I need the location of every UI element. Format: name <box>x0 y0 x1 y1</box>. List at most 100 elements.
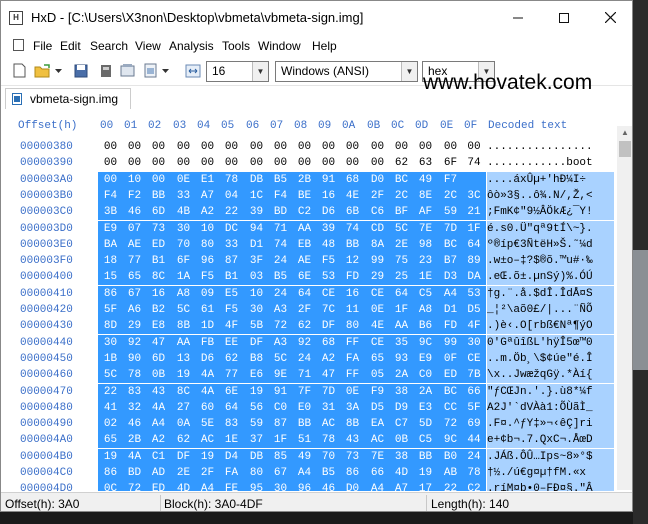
byte-cell[interactable]: D0 <box>365 171 390 188</box>
byte-cell[interactable]: DC <box>219 220 244 237</box>
byte-cell[interactable]: 0C <box>98 481 123 491</box>
close-button[interactable] <box>587 1 632 34</box>
byte-cell[interactable]: 4D <box>171 481 196 491</box>
byte-cell[interactable]: 5F <box>462 399 486 416</box>
byte-cell[interactable]: A6 <box>122 302 147 318</box>
byte-cell[interactable]: 00 <box>365 155 390 171</box>
byte-cell[interactable]: 68 <box>316 334 341 351</box>
byte-cell[interactable]: AC <box>316 416 341 433</box>
byte-cell[interactable]: 6F <box>171 253 196 270</box>
byte-cell[interactable]: 10 <box>122 171 147 188</box>
byte-cell[interactable]: 71 <box>292 367 317 384</box>
byte-cell[interactable]: A4 <box>292 465 317 481</box>
byte-cell[interactable]: 66 <box>365 465 390 481</box>
byte-cell[interactable]: 0E <box>340 383 365 400</box>
byte-cell[interactable]: 00 <box>268 155 293 171</box>
byte-cell[interactable]: 1F <box>389 302 414 318</box>
byte-cell[interactable]: 77 <box>122 253 147 270</box>
byte-cell[interactable]: 24 <box>462 448 486 465</box>
byte-cell[interactable]: 48 <box>316 236 341 253</box>
decoded-text-cell[interactable]: .ríM¤þ•0–FÐ¤§."Â <box>487 481 614 491</box>
byte-cell[interactable]: DB <box>244 448 269 465</box>
byte-cell[interactable]: 1F <box>462 220 486 237</box>
byte-cell[interactable]: 8D <box>98 318 123 335</box>
byte-cell[interactable]: AE <box>292 253 317 270</box>
byte-cell[interactable]: BB <box>340 236 365 253</box>
byte-cell[interactable]: 0F <box>438 350 463 367</box>
byte-cell[interactable]: 64 <box>462 236 486 253</box>
byte-cell[interactable]: 6E <box>219 383 244 400</box>
byte-cell[interactable]: 9C <box>413 334 438 351</box>
byte-cell[interactable]: 2F <box>195 465 220 481</box>
byte-cell[interactable]: 87 <box>268 416 293 433</box>
byte-cell[interactable]: 85 <box>268 448 293 465</box>
byte-cell[interactable]: FF <box>340 367 365 384</box>
byte-cell[interactable]: 31 <box>316 399 341 416</box>
menu-tools[interactable]: Tools <box>222 39 250 53</box>
byte-cell[interactable]: B8 <box>244 350 269 367</box>
byte-cell[interactable]: 69 <box>462 416 486 433</box>
byte-cell[interactable]: 6F <box>438 155 463 171</box>
byte-cell[interactable]: 3C <box>462 187 486 204</box>
byte-cell[interactable]: 4A <box>195 383 220 400</box>
byte-cell[interactable]: 25 <box>389 269 414 286</box>
byte-cell[interactable]: 66 <box>462 383 486 400</box>
byte-cell[interactable]: BB <box>292 416 317 433</box>
byte-cell[interactable]: 2B <box>122 432 147 449</box>
byte-cell[interactable]: 86 <box>340 465 365 481</box>
byte-cell[interactable]: 00 <box>340 139 365 155</box>
byte-cell[interactable]: D1 <box>244 236 269 253</box>
byte-cell[interactable]: D4 <box>219 448 244 465</box>
charset-select[interactable]: Windows (ANSI) ▼ <box>275 61 418 82</box>
byte-cell[interactable]: 22 <box>219 204 244 221</box>
byte-cell[interactable]: 9C <box>438 432 463 449</box>
byte-cell[interactable]: 5C <box>268 350 293 367</box>
byte-cell[interactable]: 43 <box>340 432 365 449</box>
byte-cell[interactable]: 39 <box>244 204 269 221</box>
byte-cell[interactable]: 6B <box>340 204 365 221</box>
byte-cell[interactable]: C5 <box>413 285 438 302</box>
byte-cell[interactable]: EB <box>292 236 317 253</box>
byte-cell[interactable]: 43 <box>146 383 171 400</box>
byte-cell[interactable]: 89 <box>462 253 486 270</box>
decoded-text-cell[interactable]: .eŒ.õ±.µnSý)%.ÓÚ <box>487 269 614 286</box>
byte-cell[interactable]: 65 <box>98 432 123 449</box>
byte-cell[interactable]: 72 <box>438 416 463 433</box>
document-view-button[interactable] <box>142 62 159 79</box>
minimize-button[interactable] <box>495 1 541 34</box>
byte-cell[interactable]: 17 <box>413 481 438 491</box>
byte-cell[interactable]: 98 <box>413 236 438 253</box>
byte-cell[interactable]: 12 <box>340 253 365 270</box>
byte-cell[interactable]: DF <box>316 318 341 335</box>
byte-cell[interactable]: F5 <box>195 269 220 286</box>
byte-cell[interactable]: 2E <box>171 465 196 481</box>
byte-cell[interactable]: 5B <box>244 318 269 335</box>
byte-cell[interactable]: 0B <box>146 367 171 384</box>
byte-cell[interactable]: 03 <box>244 269 269 286</box>
byte-cell[interactable]: 77 <box>219 367 244 384</box>
byte-cell[interactable]: D5 <box>462 302 486 318</box>
menu-help[interactable]: Help <box>312 39 337 53</box>
byte-cell[interactable]: A4 <box>146 416 171 433</box>
byte-cell[interactable]: B7 <box>438 253 463 270</box>
byte-cell[interactable]: 59 <box>244 416 269 433</box>
byte-cell[interactable]: AC <box>195 432 220 449</box>
byte-cell[interactable]: 0E <box>171 171 196 188</box>
byte-cell[interactable]: 22 <box>98 383 123 400</box>
byte-cell[interactable]: 15 <box>98 269 123 286</box>
byte-cell[interactable]: 33 <box>219 236 244 253</box>
byte-cell[interactable]: 74 <box>340 220 365 237</box>
byte-cell[interactable]: B5 <box>316 465 341 481</box>
byte-cell[interactable]: 07 <box>122 220 147 237</box>
byte-cell[interactable]: 1E <box>219 432 244 449</box>
byte-cell[interactable]: 53 <box>316 269 341 286</box>
byte-cell[interactable]: ED <box>146 236 171 253</box>
byte-cell[interactable]: 00 <box>122 139 147 155</box>
byte-cell[interactable]: BC <box>438 236 463 253</box>
byte-cell[interactable]: 38 <box>389 383 414 400</box>
byte-cell[interactable]: 90 <box>122 350 147 367</box>
menu-window[interactable]: Window <box>258 39 301 53</box>
byte-cell[interactable]: E9 <box>98 220 123 237</box>
byte-cell[interactable]: E8 <box>146 318 171 335</box>
decoded-text-cell[interactable]: ..m.Öb¸\$¢úe"é.Î <box>487 350 614 367</box>
